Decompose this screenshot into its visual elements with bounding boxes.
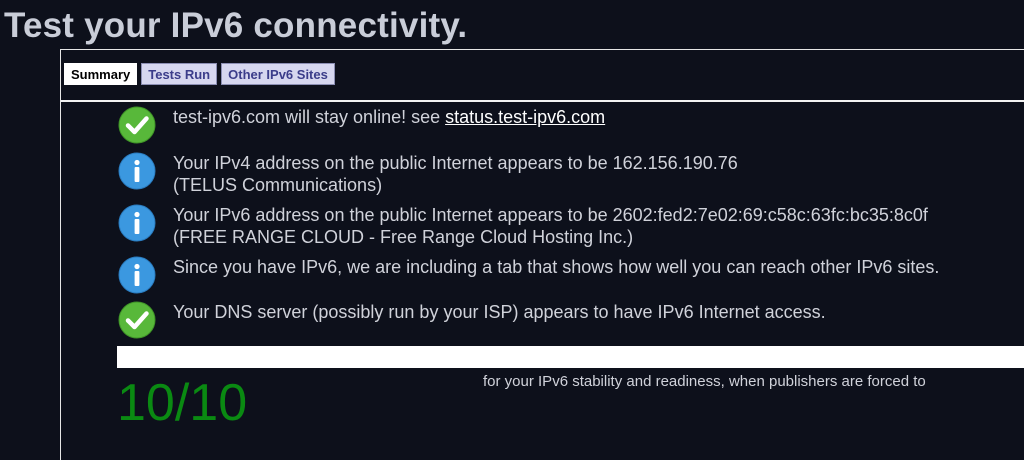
tab-summary[interactable]: Summary [64,63,138,85]
result-row-ipv6: Your IPv6 address on the public Internet… [118,204,928,248]
check-icon [118,301,156,339]
info-icon [118,152,156,190]
tab-divider [61,100,1024,102]
status-link[interactable]: status.test-ipv6.com [445,107,605,127]
ipv6-address-text: Your IPv6 address on the public Internet… [173,205,928,225]
result-row-dns: Your DNS server (possibly run by your IS… [118,301,826,339]
info-icon [118,256,156,294]
ipv4-isp-text: (TELUS Communications) [173,175,383,195]
result-text: test-ipv6.com will stay online! see [173,107,446,127]
info-icon [118,204,156,242]
ipv6-tab-note-text: Since you have IPv6, we are including a … [173,257,940,277]
tab-other-ipv6-sites[interactable]: Other IPv6 Sites [221,63,335,85]
readiness-score: 10/10 [117,374,248,432]
result-row-status: test-ipv6.com will stay online! see stat… [118,106,605,144]
tab-tests-run[interactable]: Tests Run [141,63,218,85]
dns-text: Your DNS server (possibly run by your IS… [173,302,826,322]
ipv4-address-text: Your IPv4 address on the public Internet… [173,153,738,173]
result-row-ipv6-tab-note: Since you have IPv6, we are including a … [118,256,939,294]
score-bar [117,346,1024,368]
tab-bar: Summary Tests Run Other IPv6 Sites [64,63,339,85]
result-row-ipv4: Your IPv4 address on the public Internet… [118,152,738,196]
ipv6-isp-text: (FREE RANGE CLOUD - Free Range Cloud Hos… [173,227,634,247]
score-description: for your IPv6 stability and readiness, w… [483,373,926,390]
check-icon [118,106,156,144]
page-title: Test your IPv6 connectivity. [4,6,468,45]
